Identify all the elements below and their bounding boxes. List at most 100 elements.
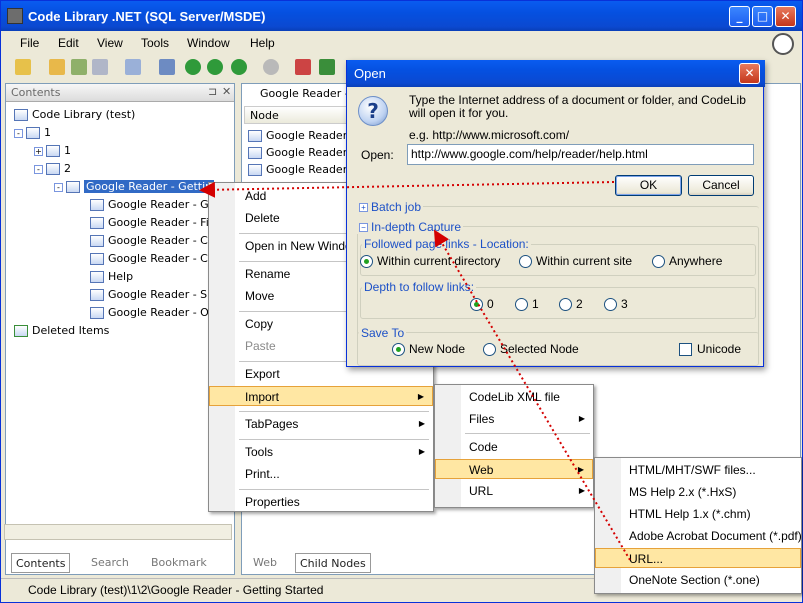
menu-url[interactable]: URL ▶	[435, 481, 593, 501]
radio-depth-1[interactable]: 1	[515, 297, 539, 312]
radio-within-site[interactable]: Within current site	[519, 254, 632, 269]
up-icon[interactable]	[231, 59, 247, 75]
menu-url-dialog[interactable]: URL...	[595, 548, 801, 568]
tree-item[interactable]: Google Reader - Fir	[90, 214, 213, 231]
title-bar[interactable]: Code Library .NET (SQL Server/MSDE) _ □ …	[1, 1, 802, 31]
menu-codelib-xml[interactable]: CodeLib XML file	[435, 387, 593, 407]
unicode-checkbox[interactable]: Unicode	[679, 342, 741, 357]
pane-close-icon[interactable]: ✕	[222, 85, 231, 98]
tree-item[interactable]: Google Reader - Sh	[90, 286, 214, 303]
down-icon[interactable]	[263, 59, 279, 75]
ok-button[interactable]: OK	[615, 175, 682, 196]
tab-child-nodes[interactable]: Child Nodes	[295, 553, 371, 573]
tree-item[interactable]: Google Reader - Ge	[90, 196, 215, 213]
new-folder-icon[interactable]	[49, 59, 65, 75]
refresh-icon[interactable]	[71, 59, 87, 75]
minimize-button[interactable]: _	[729, 6, 750, 27]
tree-item[interactable]: -2	[34, 160, 71, 177]
clock-icon	[772, 33, 794, 55]
open-folder-icon[interactable]	[15, 59, 31, 75]
menu-properties[interactable]: Properties	[209, 492, 433, 512]
menu-window[interactable]: Window	[187, 36, 230, 50]
url-input[interactable]: http://www.google.com/help/reader/help.h…	[407, 144, 754, 165]
batch-job-toggle[interactable]: + Batch job	[357, 200, 424, 214]
window-title: Code Library .NET (SQL Server/MSDE)	[28, 9, 266, 24]
recycle-icon	[14, 325, 28, 337]
open-dialog: Open ✕ ? Type the Internet address of a …	[346, 60, 765, 367]
list-item[interactable]: Google Reader -	[248, 144, 355, 161]
menu-ms-help[interactable]: MS Help 2.x (*.HxS)	[595, 482, 801, 502]
back-icon[interactable]	[185, 59, 201, 75]
menu-file[interactable]: File	[20, 36, 39, 50]
menu-edit[interactable]: Edit	[58, 36, 79, 50]
menu-pdf[interactable]: Adobe Acrobat Document (*.pdf)	[595, 526, 802, 546]
menu-tools[interactable]: Tools	[141, 36, 169, 50]
cancel-button[interactable]: Cancel	[688, 175, 754, 196]
tab-contents[interactable]: Contents	[11, 553, 71, 573]
radio-depth-3[interactable]: 3	[604, 297, 628, 312]
tree-item-selected[interactable]: - Google Reader - Gettin	[54, 178, 215, 195]
dialog-title-bar[interactable]: Open ✕	[347, 60, 765, 87]
node-icon	[26, 127, 40, 139]
list-item[interactable]: Google Reader -	[248, 127, 355, 144]
tree-item[interactable]: Code Library (test)	[14, 106, 135, 123]
menu-help[interactable]: Help	[250, 36, 275, 50]
menu-export[interactable]: Export	[209, 364, 433, 384]
delete-line-icon[interactable]	[295, 59, 311, 75]
tree-item[interactable]: Google Reader - Co	[90, 232, 215, 249]
menu-web[interactable]: Web ▶	[435, 459, 593, 479]
horizontal-scrollbar[interactable]	[4, 524, 232, 540]
document-tab[interactable]: Google Reader -	[242, 84, 352, 104]
menu-onenote[interactable]: OneNote Section (*.one)	[595, 570, 801, 590]
radio-anywhere[interactable]: Anywhere	[652, 254, 722, 269]
dialog-close-button[interactable]: ✕	[739, 63, 760, 84]
node-icon	[66, 181, 80, 193]
tree-item[interactable]: Google Reader - Co	[90, 250, 215, 267]
toolbar	[9, 56, 339, 80]
indepth-capture-toggle[interactable]: − In-depth Capture	[357, 220, 464, 234]
contents-pane: Contents ⊐ ✕ Code Library (test) -1 +1 -…	[5, 83, 235, 575]
dialog-title: Open	[354, 66, 386, 81]
tab-web[interactable]: Web	[249, 553, 281, 573]
radio-selected-node[interactable]: Selected Node	[483, 342, 579, 357]
list-icon[interactable]	[159, 59, 175, 75]
tree-item[interactable]: Deleted Items	[14, 322, 109, 339]
list-item[interactable]: Google Reader -	[248, 161, 355, 178]
menu-tabpages[interactable]: TabPages ▶	[209, 414, 433, 434]
tree-item[interactable]: +1	[34, 142, 71, 159]
forward-icon[interactable]	[207, 59, 223, 75]
radio-depth-2[interactable]: 2	[559, 297, 583, 312]
tree-item[interactable]: Help	[90, 268, 133, 285]
menu-import[interactable]: Import ▶	[209, 386, 433, 406]
menu-bar: File Edit View Tools Window Help	[1, 33, 802, 53]
tab-search[interactable]: Search	[87, 553, 133, 573]
menu-print[interactable]: Print...	[209, 464, 433, 484]
tree-item[interactable]: -1	[14, 124, 51, 141]
page-icon	[90, 235, 104, 247]
tree-item[interactable]: Google Reader - Of	[90, 304, 213, 321]
radio-new-node[interactable]: New Node	[392, 342, 465, 357]
menu-html-files[interactable]: HTML/MHT/SWF files...	[595, 460, 801, 480]
contents-tabs: Contents Search Bookmark	[5, 553, 235, 573]
web-submenu: HTML/MHT/SWF files... MS Help 2.x (*.HxS…	[594, 457, 802, 594]
menu-view[interactable]: View	[97, 36, 123, 50]
tab-bookmark[interactable]: Bookmark	[147, 553, 211, 573]
menu-tools[interactable]: Tools ▶	[209, 442, 433, 462]
move-icon[interactable]	[319, 59, 335, 75]
menu-files[interactable]: Files ▶	[435, 409, 593, 429]
page-icon	[90, 289, 104, 301]
question-icon: ?	[358, 96, 388, 126]
page-icon	[248, 130, 262, 142]
radio-within-directory[interactable]: Within current directory	[360, 254, 500, 269]
menu-code[interactable]: Code	[435, 437, 593, 457]
radio-depth-0[interactable]: 0	[470, 297, 494, 312]
copy-icon[interactable]	[92, 59, 108, 75]
maximize-button[interactable]: □	[752, 6, 773, 27]
close-button[interactable]: ✕	[775, 6, 796, 27]
menu-html-help[interactable]: HTML Help 1.x (*.chm)	[595, 504, 801, 524]
pin-icon[interactable]: ⊐	[208, 85, 217, 98]
save-to-label: Save To	[359, 326, 407, 340]
page-icon	[248, 147, 262, 159]
content-tabs: Web Child Nodes	[245, 553, 545, 573]
new-node-icon[interactable]	[125, 59, 141, 75]
